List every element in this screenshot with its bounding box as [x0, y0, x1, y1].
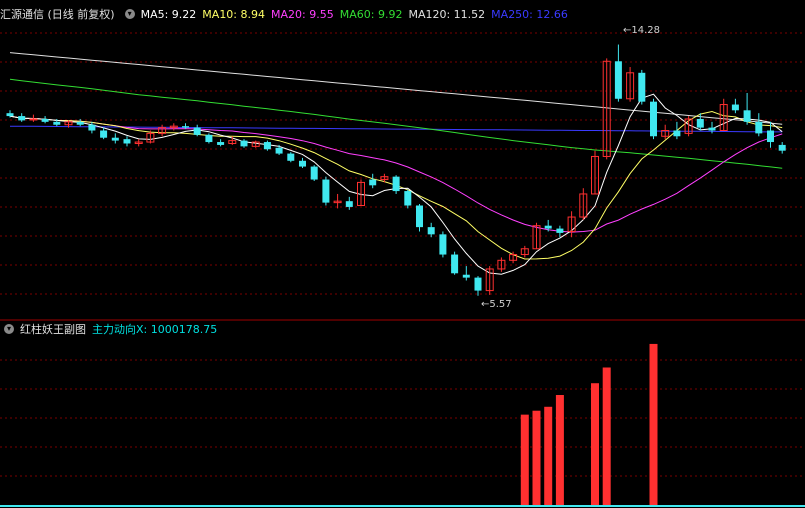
- indicator-bar: [591, 383, 599, 505]
- candle-body: [182, 126, 189, 128]
- candle-body: [100, 130, 108, 138]
- indicator-bar: [532, 410, 541, 505]
- chevron-down-icon[interactable]: ▾: [4, 324, 14, 334]
- candle-body: [614, 61, 622, 99]
- ma5-label: MA5: 9.22: [140, 7, 197, 21]
- candle-body: [18, 116, 26, 121]
- candle-body: [708, 127, 716, 131]
- candle-body: [392, 176, 400, 192]
- candle-body: [322, 179, 330, 203]
- candle-body: [743, 110, 751, 122]
- candle-body: [778, 144, 786, 151]
- candle-body: [650, 101, 657, 137]
- candle-body: [345, 201, 353, 207]
- candle-body: [287, 153, 295, 161]
- candle-body: [731, 104, 739, 111]
- indicator-bar: [544, 406, 553, 505]
- ma60-label: MA60: 9.92: [339, 7, 403, 21]
- candle-body: [696, 118, 704, 128]
- chart-canvas: [0, 32, 805, 507]
- stock-title: 汇源通信 (日线 前复权): [0, 8, 115, 21]
- candle-body: [263, 142, 271, 150]
- candle-body: [404, 191, 412, 206]
- candle-body: [369, 179, 377, 186]
- candle-body: [556, 228, 564, 233]
- candle-body: [53, 121, 61, 125]
- ma20-line: [9, 115, 783, 233]
- candle-body: [205, 134, 213, 143]
- ma10-label: MA10: 8.94: [202, 7, 266, 21]
- candle-body: [767, 130, 774, 143]
- candle-body: [193, 127, 201, 135]
- high-price-value: 14.28: [631, 25, 661, 36]
- candle-body: [474, 277, 482, 291]
- candle-body: [88, 124, 96, 131]
- candle-body: [755, 121, 763, 134]
- sub-chart-header: ▾ 红柱妖王副图 主力动向X: 1000178.75: [0, 321, 223, 337]
- ma120-line: [9, 52, 783, 125]
- low-price-label: ←5.57: [481, 299, 512, 310]
- indicator-bar: [520, 414, 529, 505]
- candle-body: [451, 254, 459, 274]
- candle-body: [416, 205, 423, 228]
- ma60-line: [9, 78, 783, 169]
- candle-body: [638, 72, 646, 102]
- candle-body: [217, 142, 225, 145]
- indicator-value: 主力动向X: 1000178.75: [92, 323, 218, 336]
- candle-body: [439, 234, 447, 255]
- indicator-bar: [602, 367, 611, 505]
- candle-body: [6, 113, 14, 117]
- ma250-label: MA250: 12.66: [491, 7, 568, 21]
- low-price-value: 5.57: [489, 299, 512, 310]
- candle-body: [111, 137, 119, 141]
- candle-body: [462, 274, 470, 278]
- main-chart-header: 汇源通信 (日线 前复权) ▾ MA5: 9.22 MA10: 8.94 MA2…: [0, 6, 574, 22]
- sub-chart-title: 红柱妖王副图: [20, 323, 86, 336]
- indicator-bar: [555, 395, 564, 505]
- candle-body: [310, 166, 318, 180]
- candle-body: [544, 225, 552, 229]
- ma120-label: MA120: 11.52: [408, 7, 486, 21]
- candle-body: [299, 160, 306, 167]
- indicator-bar: [649, 343, 658, 505]
- candle-body: [123, 139, 131, 144]
- candle-body: [29, 118, 38, 121]
- candle-body: [76, 121, 84, 125]
- chevron-down-icon[interactable]: ▾: [124, 9, 135, 19]
- candle-body: [673, 130, 681, 137]
- high-price-label: ←14.28: [623, 25, 661, 36]
- candle-body: [41, 118, 49, 122]
- candle-body: [275, 147, 283, 154]
- ma20-label: MA20: 9.55: [271, 7, 334, 21]
- candle-body: [240, 140, 248, 147]
- candle-body: [427, 227, 435, 235]
